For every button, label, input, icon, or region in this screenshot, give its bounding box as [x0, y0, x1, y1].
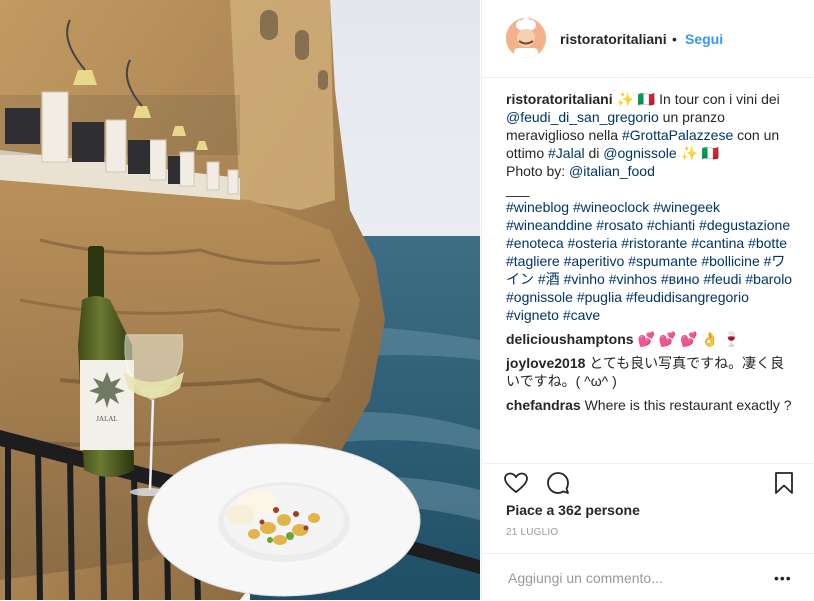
hashtag-link[interactable]: #vigneto — [506, 307, 559, 323]
pasta-plate — [147, 443, 421, 597]
svg-text:JALAL: JALAL — [96, 415, 117, 423]
add-comment-bar: ••• — [482, 553, 814, 601]
hashtag-link[interactable]: #aperitivo — [564, 253, 625, 269]
hashtag-link[interactable]: #Jalal — [548, 145, 585, 161]
header-separator: • — [672, 31, 677, 47]
follow-button[interactable]: Segui — [685, 31, 723, 47]
hashtag-link[interactable]: #酒 — [538, 271, 560, 287]
hashtag-link[interactable]: #cantina — [691, 235, 744, 251]
hashtag-link[interactable]: #botte — [748, 235, 787, 251]
comment-username[interactable]: chefandras — [506, 397, 581, 413]
hashtag-link[interactable]: #enoteca — [506, 235, 564, 251]
post-side-panel: ristoratoritaliani • Segui ristoratorita… — [481, 0, 814, 600]
avatar[interactable] — [506, 18, 546, 58]
hashtag-link[interactable]: #spumante — [628, 253, 697, 269]
post-photo-scene: JALAL — [0, 0, 480, 600]
comment-text: Where is this restaurant exactly ? — [584, 397, 792, 413]
caption-text: Photo by: — [506, 163, 566, 179]
comment-icon[interactable] — [546, 471, 570, 495]
hashtag-link[interactable]: #barolo — [745, 271, 792, 287]
hashtag-link[interactable]: #osteria — [568, 235, 618, 251]
post-header: ristoratoritaliani • Segui — [482, 0, 814, 78]
hashtag-link[interactable]: #vinho — [564, 271, 605, 287]
comment-item: delicioushamptons 💕 💕 💕 👌 🍷 — [506, 330, 796, 348]
mention-link[interactable]: @italian_food — [569, 163, 655, 179]
caption-text: In tour con i vini dei — [659, 91, 780, 107]
post-date: 21 LUGLIO — [506, 527, 559, 538]
post-actions: Piace a 362 persone 21 LUGLIO — [482, 463, 814, 554]
caption-emoji: ✨ 🇮🇹 — [680, 145, 720, 161]
comments-list: ristoratoritaliani ✨ 🇮🇹 In tour con i vi… — [506, 90, 796, 414]
caption-divider: ___ — [506, 181, 530, 197]
bookmark-icon[interactable] — [772, 471, 796, 495]
hashtag-link[interactable]: #winegeek — [653, 199, 720, 215]
hashtag-link[interactable]: #tagliere — [506, 253, 560, 269]
hashtag-link[interactable]: #GrottaPalazzese — [622, 127, 733, 143]
hashtag-link[interactable]: #chianti — [647, 217, 695, 233]
post-photo[interactable]: JALAL — [0, 0, 480, 600]
hashtag-link[interactable]: #wineblog — [506, 199, 569, 215]
hashtag-list: #wineblog #wineoclock #winegeek #wineand… — [506, 199, 792, 323]
caption-emoji: ✨ 🇮🇹 — [616, 91, 656, 107]
mention-link[interactable]: @ognissole — [603, 145, 676, 161]
hashtag-link[interactable]: #bollicine — [701, 253, 759, 269]
comment-text: 💕 💕 💕 👌 🍷 — [637, 331, 741, 347]
post-author-username[interactable]: ristoratoritaliani — [560, 31, 667, 47]
hashtag-link[interactable]: #puglia — [577, 289, 622, 305]
comment-username[interactable]: joylove2018 — [506, 355, 585, 371]
caption: ristoratoritaliani ✨ 🇮🇹 In tour con i vi… — [506, 90, 796, 324]
hashtag-link[interactable]: #vinhos — [609, 271, 657, 287]
hashtag-link[interactable]: #вино — [661, 271, 700, 287]
caption-username[interactable]: ristoratoritaliani — [506, 91, 613, 107]
likes-count[interactable]: Piace a 362 persone — [506, 502, 640, 518]
comment-item: chefandras Where is this restaurant exac… — [506, 396, 796, 414]
mention-link[interactable]: @feudi_di_san_gregorio — [506, 109, 659, 125]
hashtag-link[interactable]: #wineoclock — [573, 199, 649, 215]
caption-text: di — [588, 145, 600, 161]
comment-item: joylove2018 とても良い写真ですね。凄く良いですね。( ^ω^ ) — [506, 354, 796, 390]
hashtag-link[interactable]: #ognissole — [506, 289, 573, 305]
add-comment-input[interactable] — [506, 566, 760, 590]
hashtag-link[interactable]: #degustazione — [699, 217, 790, 233]
hashtag-link[interactable]: #ristorante — [621, 235, 687, 251]
hashtag-link[interactable]: #rosato — [596, 217, 643, 233]
hashtag-link[interactable]: #feudidisangregorio — [626, 289, 749, 305]
heart-icon[interactable] — [504, 471, 528, 495]
hashtag-link[interactable]: #wineanddine — [506, 217, 592, 233]
hashtag-link[interactable]: #cave — [563, 307, 600, 323]
hashtag-link[interactable]: #feudi — [703, 271, 741, 287]
comment-username[interactable]: delicioushamptons — [506, 331, 634, 347]
more-options-icon[interactable]: ••• — [774, 570, 792, 586]
